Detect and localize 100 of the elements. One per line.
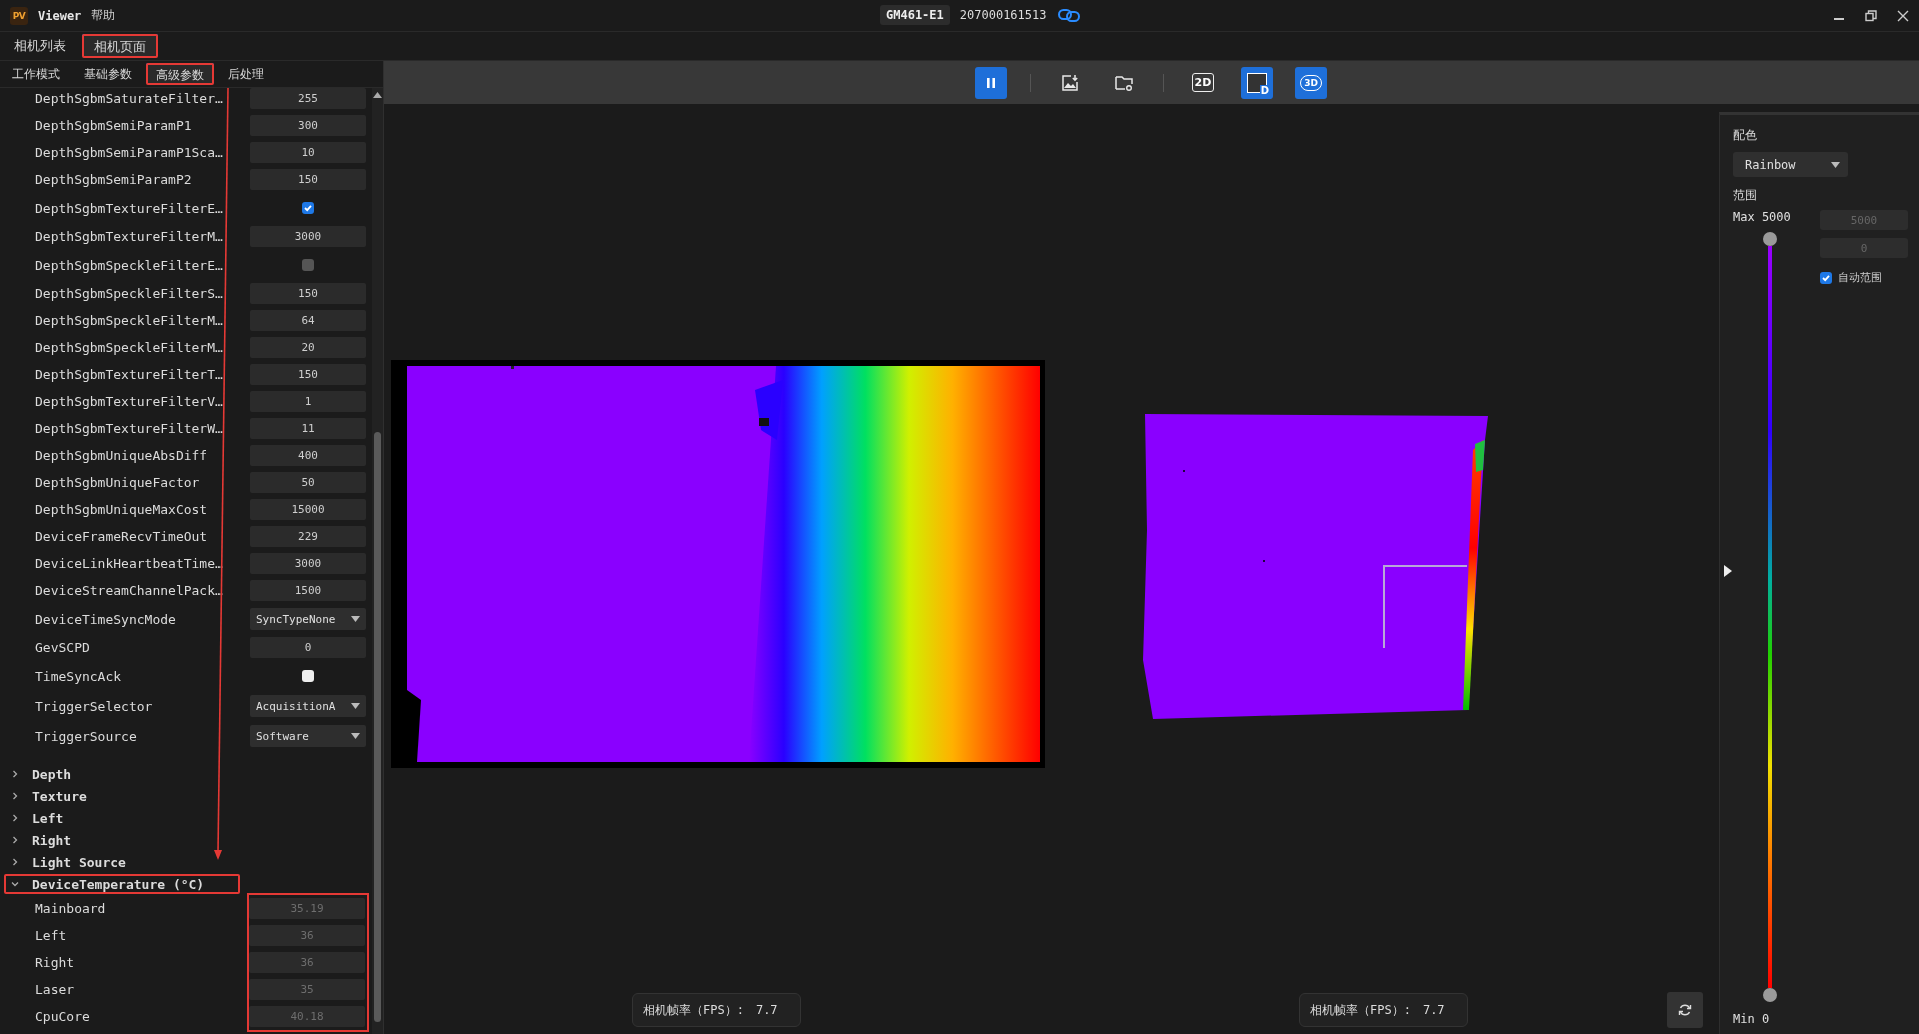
app-name: Viewer	[38, 8, 82, 23]
refresh-button[interactable]	[1667, 992, 1703, 1028]
group-label[interactable]: Right	[32, 832, 72, 848]
auto-range-label[interactable]: 自动范围	[1838, 270, 1882, 285]
group-label[interactable]: Texture	[32, 788, 87, 804]
app-logo: PV	[10, 6, 28, 25]
parameter-field[interactable]: 20	[250, 337, 366, 358]
chevron-right-icon[interactable]	[10, 835, 20, 845]
parameter-field[interactable]: 64	[250, 310, 366, 331]
chevron-down-icon[interactable]	[10, 879, 20, 889]
parameter-field[interactable]: 0	[250, 637, 366, 658]
parameter-field[interactable]: 50	[250, 472, 366, 493]
chevron-right-icon[interactable]	[10, 791, 20, 801]
caret-icon	[351, 703, 360, 709]
tab[interactable]: 相机列表	[2, 34, 78, 58]
parameter-field[interactable]: 150	[250, 283, 366, 304]
tab[interactable]: 工作模式	[2, 63, 70, 85]
parameter-dropdown[interactable]: Software	[250, 725, 366, 747]
chevron-right-icon[interactable]	[10, 769, 20, 779]
chevron-right-icon[interactable]	[10, 813, 20, 823]
parameter-dropdown[interactable]: SyncTypeNone	[250, 608, 366, 630]
parameter-label: DeviceTimeSyncMode	[34, 611, 177, 627]
caret-icon	[1831, 161, 1840, 168]
parameter-label: Laser	[34, 982, 76, 997]
parameter-label: DepthSgbmSpeckleFilterS…	[34, 286, 224, 301]
parameter-label: TimeSyncAck	[34, 668, 123, 684]
fps-value: 7.7	[755, 1003, 778, 1017]
checkbox[interactable]	[302, 670, 314, 682]
parameter-label: DepthSgbmTextureFilterT…	[34, 367, 224, 382]
3d-view-button[interactable]: 3D	[1295, 66, 1327, 99]
chevron-right-icon[interactable]	[10, 857, 20, 867]
tab[interactable]: 高级参数	[146, 63, 214, 85]
parameter-label: TriggerSelector	[34, 698, 154, 714]
parameter-label: DepthSgbmSpeckleFilterE…	[34, 257, 224, 273]
parameter-field[interactable]: 229	[250, 526, 366, 547]
refresh-icon[interactable]	[1678, 1003, 1692, 1017]
scroll-up-icon[interactable]	[373, 91, 382, 99]
depth-view-button[interactable]: D	[1241, 66, 1273, 99]
fps-value: 7.7	[1422, 1003, 1445, 1017]
colormap-range-track[interactable]	[1768, 246, 1772, 988]
parameter-label: DepthSgbmTextureFilterE…	[34, 200, 224, 216]
group-label[interactable]: Left	[32, 810, 64, 826]
parameter-label: DepthSgbmSpeckleFilterM…	[34, 340, 224, 355]
restore-icon[interactable]	[1865, 9, 1877, 22]
parameter-field[interactable]: 10	[250, 142, 366, 163]
parameter-label: GevSCPD	[34, 640, 91, 655]
fps-label: 相机帧率（FPS）:	[1310, 1001, 1411, 1019]
parameter-label: DepthSgbmUniqueMaxCost	[34, 502, 209, 517]
group-label[interactable]: DeviceTemperature (°C)	[32, 876, 205, 892]
checkbox[interactable]	[302, 202, 314, 214]
serial-number: 207000161513	[959, 8, 1047, 22]
tab[interactable]: 后处理	[218, 63, 274, 85]
pause-button[interactable]	[975, 66, 1007, 99]
parameter-field[interactable]: 3000	[250, 226, 366, 247]
2d-view-button[interactable]: 2D	[1187, 66, 1219, 99]
parameter-label: DepthSgbmSemiParamP2	[34, 172, 193, 187]
parameter-label: DepthSgbmTextureFilterV…	[34, 394, 224, 409]
parameter-field[interactable]: 300	[250, 115, 366, 136]
colormap-dropdown[interactable]: Rainbow	[1733, 152, 1848, 177]
checkbox[interactable]	[1820, 271, 1832, 284]
parameter-field[interactable]: 255	[250, 88, 366, 109]
image-download-icon	[1060, 72, 1080, 93]
tab[interactable]: 相机页面	[82, 34, 158, 58]
parameter-field[interactable]: 400	[250, 445, 366, 466]
max-label: Max 5000	[1733, 210, 1792, 224]
parameter-field[interactable]: 150	[250, 169, 366, 190]
parameter-field[interactable]: 1	[250, 391, 366, 412]
parameter-label: DepthSgbmTextureFilterW…	[34, 421, 224, 436]
parameter-label: Left	[34, 928, 68, 943]
parameter-label: DepthSgbmUniqueFactor	[34, 475, 201, 490]
caret-icon	[351, 616, 360, 622]
parameter-field[interactable]: 15000	[250, 499, 366, 520]
device-model: GM461-E1	[880, 5, 950, 25]
slider-thumb[interactable]	[1763, 232, 1777, 246]
parameter-label: DepthSgbmUniqueAbsDiff	[34, 448, 209, 463]
colormap-label: 配色	[1733, 127, 1758, 144]
parameter-label: DepthSgbmSemiParamP1Sca…	[34, 145, 224, 160]
parameter-label: DepthSgbmSpeckleFilterM…	[34, 313, 224, 328]
parameter-label: TriggerSource	[34, 728, 138, 744]
tab[interactable]: 基础参数	[74, 63, 142, 85]
close-icon[interactable]	[1897, 9, 1909, 22]
group-label[interactable]: Depth	[32, 766, 72, 782]
expand-handle-icon[interactable]	[1724, 565, 1732, 577]
parameter-label: DepthSgbmSaturateFilter…	[34, 91, 224, 106]
parameter-label: Right	[34, 955, 76, 970]
parameter-field[interactable]: 3000	[250, 553, 366, 574]
parameter-field[interactable]: 1500	[250, 580, 366, 601]
fps-label: 相机帧率（FPS）:	[643, 1001, 744, 1019]
parameter-dropdown[interactable]: AcquisitionA	[250, 695, 366, 717]
parameter-label: Mainboard	[34, 901, 107, 916]
parameter-label: DepthSgbmTextureFilterM…	[34, 229, 224, 244]
parameter-field[interactable]: 11	[250, 418, 366, 439]
menu-item[interactable]: 帮助	[91, 7, 116, 24]
group-label[interactable]: Light Source	[32, 854, 126, 870]
parameter-label: CpuCore	[34, 1009, 91, 1024]
slider-thumb[interactable]	[1763, 988, 1777, 1002]
range-label: 范围	[1733, 187, 1758, 204]
scrollbar-thumb[interactable]	[374, 432, 381, 1022]
parameter-field[interactable]: 150	[250, 364, 366, 385]
caret-icon	[351, 733, 360, 739]
